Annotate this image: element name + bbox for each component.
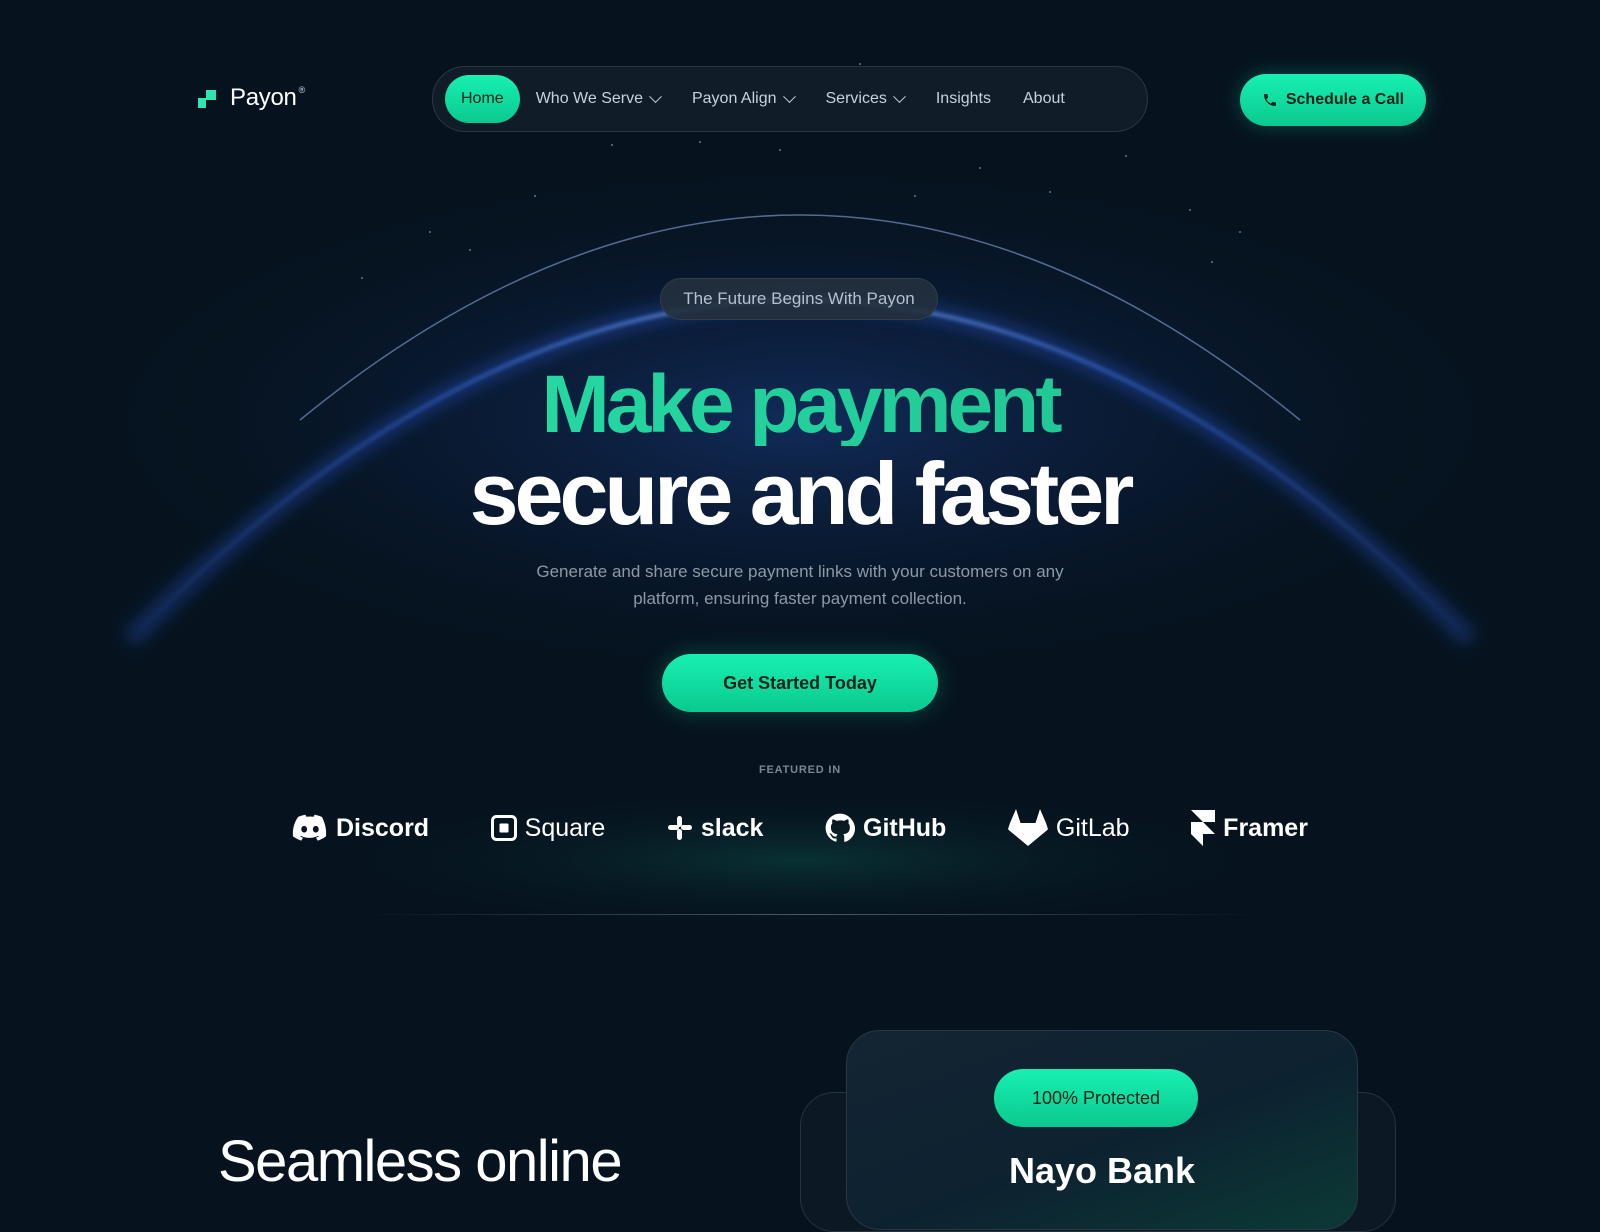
framer-logo: Framer <box>1191 810 1308 846</box>
nav-payon-align-label: Payon Align <box>691 90 777 107</box>
hero-headline-line1: Make payment <box>0 364 1600 446</box>
discord-logo: Discord <box>292 814 429 843</box>
slack-icon <box>667 816 692 840</box>
nav-home[interactable]: Home <box>445 75 520 123</box>
slack-label: slack <box>700 813 764 842</box>
chevron-down-icon <box>892 89 906 103</box>
nav-services-label: Services <box>825 90 887 107</box>
main-nav: Home Who We Serve Payon Align Services I… <box>432 66 1148 132</box>
nav-payon-align[interactable]: Payon Align <box>676 75 810 123</box>
schedule-call-button[interactable]: Schedule a Call <box>1240 74 1426 126</box>
section-divider <box>360 914 1260 915</box>
gitlab-label: GitLab <box>1055 813 1130 842</box>
hero-subtitle: Generate and share secure payment links … <box>536 562 1064 608</box>
protected-badge: 100% Protected <box>994 1069 1198 1127</box>
github-label: GitHub <box>863 813 947 842</box>
nav-insights-label: Insights <box>935 90 991 107</box>
brand-name: Payon <box>230 84 297 111</box>
github-icon <box>825 813 856 842</box>
schedule-call-label: Schedule a Call <box>1285 91 1405 108</box>
framer-icon <box>1191 810 1216 846</box>
hero-headline-line2: secure and faster <box>469 444 1135 543</box>
discord-label: Discord <box>336 813 430 842</box>
nav-who-we-serve[interactable]: Who We Serve <box>520 75 676 123</box>
payon-logo-icon <box>198 86 222 110</box>
square-label: Square <box>524 813 606 842</box>
framer-label: Framer <box>1223 813 1308 842</box>
nav-services[interactable]: Services <box>810 75 920 123</box>
slack-logo: slack <box>667 813 764 843</box>
featured-heading: FEATURED IN <box>759 764 841 776</box>
nav-about-label: About <box>1023 90 1065 107</box>
bank-name: Nayo Bank <box>1008 1150 1196 1191</box>
get-started-label: Get Started Today <box>723 672 877 693</box>
section-title: Seamless online <box>218 1129 623 1194</box>
gitlab-icon <box>1008 809 1048 846</box>
get-started-button[interactable]: Get Started Today <box>662 654 938 712</box>
nav-who-we-serve-label: Who We Serve <box>535 90 643 107</box>
payon-logo[interactable]: Payon ® <box>198 84 305 112</box>
chevron-down-icon <box>649 89 662 103</box>
featured-logos: Discord Square slack GitHub GitLab Frame… <box>292 806 1308 850</box>
discord-icon <box>292 814 327 841</box>
square-logo: Square <box>490 813 606 843</box>
nav-insights[interactable]: Insights <box>920 75 1007 123</box>
phone-icon <box>1263 94 1276 106</box>
bank-card <box>846 1030 1358 1230</box>
hero-badge: The Future Begins With Payon <box>660 278 938 320</box>
nav-home-label: Home <box>461 90 504 107</box>
registered-mark: ® <box>298 85 306 95</box>
square-icon <box>490 815 517 841</box>
chevron-down-icon <box>782 89 796 103</box>
nav-about[interactable]: About <box>1007 75 1081 123</box>
gitlab-logo: GitLab <box>1008 809 1130 847</box>
github-logo: GitHub <box>825 813 946 843</box>
